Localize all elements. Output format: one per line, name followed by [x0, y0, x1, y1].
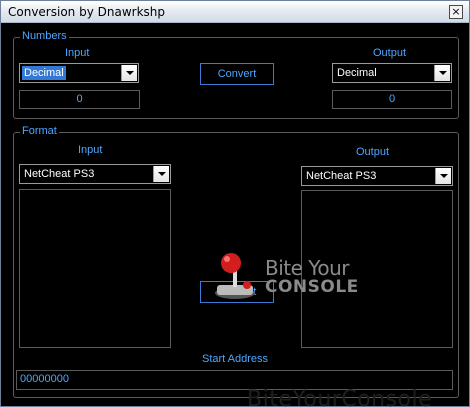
format-output-select[interactable]: NetCheat PS3 [301, 166, 453, 186]
numbers-input-label: Input [65, 47, 90, 59]
numbers-input-format-select[interactable]: Decimal [19, 63, 139, 83]
joystick-icon [215, 253, 255, 299]
format-output-label: Output [356, 146, 390, 158]
format-input-value: NetCheat PS3 [24, 168, 95, 180]
numbers-output-format-value: Decimal [337, 67, 377, 79]
format-output-value: NetCheat PS3 [306, 170, 377, 182]
close-button[interactable]: × [449, 5, 463, 19]
chevron-down-icon[interactable] [153, 166, 169, 182]
watermark-text: BiteYourConsole [247, 387, 433, 407]
close-icon: × [451, 5, 461, 18]
format-input-label: Input [78, 144, 103, 156]
numbers-output-field[interactable]: 0 [332, 90, 452, 109]
chevron-down-icon[interactable] [121, 65, 137, 81]
logo-text-line2: CONSOLE [265, 277, 359, 297]
window-title: Conversion by Dnawrkshp [8, 5, 165, 19]
numbers-output-label: Output [373, 47, 407, 59]
chevron-down-icon[interactable] [435, 168, 451, 184]
bite-your-console-logo: Bite Your CONSOLE [207, 249, 367, 301]
start-address-label: Start Address [202, 353, 269, 365]
numbers-input-field[interactable]: 0 [19, 90, 140, 109]
numbers-output-format-select[interactable]: Decimal [332, 63, 452, 83]
numbers-convert-button[interactable]: Convert [200, 63, 274, 85]
title-bar[interactable]: Conversion by Dnawrkshp × [1, 1, 469, 23]
numbers-group-label: Numbers [20, 30, 69, 42]
conversion-window: Conversion by Dnawrkshp × Numbers Input … [0, 0, 470, 407]
format-input-textarea[interactable] [19, 189, 171, 348]
format-group-label: Format [20, 125, 59, 137]
format-input-select[interactable]: NetCheat PS3 [19, 164, 171, 184]
chevron-down-icon[interactable] [434, 65, 450, 81]
numbers-input-format-value: Decimal [22, 66, 66, 80]
